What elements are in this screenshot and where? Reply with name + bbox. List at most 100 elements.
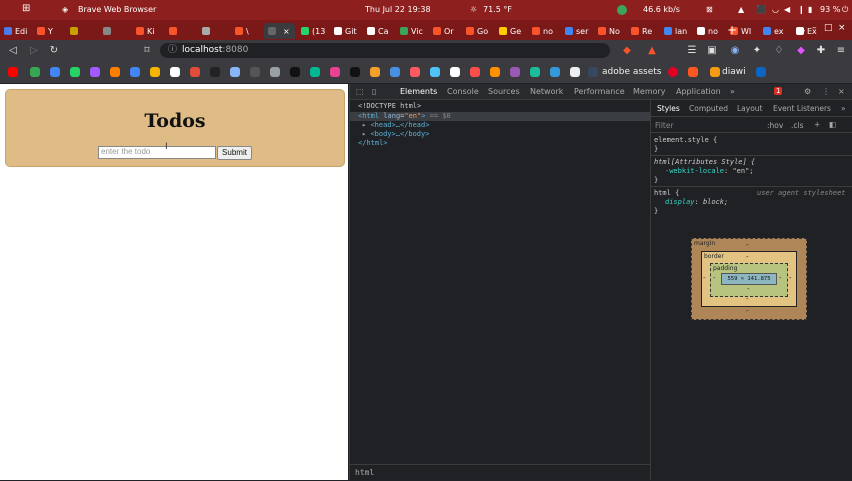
- tab-application[interactable]: Application: [676, 87, 721, 96]
- bookmark-icon[interactable]: [290, 67, 300, 77]
- browser-tab[interactable]: [99, 23, 130, 39]
- bookmark-icon[interactable]: [310, 67, 320, 77]
- site-info-icon[interactable]: ⓘ: [168, 43, 177, 58]
- bookmark-linkedin-icon[interactable]: [756, 67, 766, 77]
- browser-tab[interactable]: Y: [33, 23, 64, 39]
- minimize-icon[interactable]: –: [812, 23, 817, 33]
- bookmark-icon[interactable]: [570, 67, 580, 77]
- bookmark-icon[interactable]: [450, 67, 460, 77]
- status-green-icon[interactable]: [617, 5, 627, 15]
- device-toggle-icon[interactable]: ▯: [372, 87, 376, 96]
- bookmark-icon[interactable]: [250, 67, 260, 77]
- more-tabs-icon[interactable]: »: [730, 87, 735, 96]
- bookmark-gmail-icon[interactable]: [170, 67, 180, 77]
- bookmark-icon[interactable]: [350, 67, 360, 77]
- padding-right-value[interactable]: -: [779, 274, 782, 282]
- bookmark-youtube-icon[interactable]: [8, 67, 18, 77]
- browser-tab[interactable]: lan: [660, 23, 691, 39]
- app-name[interactable]: Brave Web Browser: [78, 5, 156, 14]
- bookmark-adobe-assets[interactable]: adobe assets: [602, 67, 662, 77]
- tab-network[interactable]: Network: [530, 87, 563, 96]
- box-model-content[interactable]: 559 × 141.875: [721, 273, 777, 285]
- bookmark-icon[interactable]: [270, 67, 280, 77]
- bookmark-icon[interactable]: [370, 67, 380, 77]
- bookmark-diawi[interactable]: diawi: [722, 67, 746, 77]
- bookmark-icon[interactable]: [230, 67, 240, 77]
- kebab-menu-icon[interactable]: ⋮: [822, 87, 830, 96]
- margin-bottom-value[interactable]: -: [746, 307, 749, 315]
- browser-tab[interactable]: Or: [429, 23, 460, 39]
- browser-tab[interactable]: ×: [264, 23, 295, 39]
- apps-grid-icon[interactable]: ⊞: [22, 3, 30, 14]
- computed-sidebar-icon[interactable]: ◧: [829, 120, 836, 129]
- extension-icon[interactable]: ✦: [750, 44, 764, 58]
- box-model-padding[interactable]: padding - - - 559 × 141.875: [710, 263, 788, 297]
- tab-computed[interactable]: Computed: [689, 104, 728, 113]
- bookmark-icon[interactable]: [410, 67, 420, 77]
- bookmark-icon[interactable]: [330, 67, 340, 77]
- browser-tab[interactable]: [198, 23, 229, 39]
- wifi-icon[interactable]: ◡: [772, 5, 779, 14]
- tray-icon[interactable]: ⊠: [706, 5, 713, 14]
- expand-triangle-icon[interactable]: ▸: [362, 121, 366, 129]
- maximize-icon[interactable]: □: [824, 23, 833, 33]
- browser-tab[interactable]: \: [231, 23, 262, 39]
- bookmark-icon[interactable]: [470, 67, 480, 77]
- bookmark-pinterest-icon[interactable]: [668, 67, 678, 77]
- tab-event-listeners[interactable]: Event Listeners: [773, 104, 831, 113]
- extension-icon[interactable]: ◉: [728, 44, 742, 58]
- inspect-icon[interactable]: ⬚: [356, 87, 364, 96]
- browser-tab[interactable]: Ki: [132, 23, 163, 39]
- bookmark-icon[interactable]: [530, 67, 540, 77]
- menu-extension-icon[interactable]: ☰: [685, 44, 699, 58]
- bookmark-drive-icon[interactable]: [30, 67, 40, 77]
- bookmark-icon[interactable]: [688, 67, 698, 77]
- browser-tab[interactable]: Edi: [0, 23, 31, 39]
- puzzle-icon[interactable]: ✚: [814, 44, 828, 58]
- clock[interactable]: Thu Jul 22 19:38: [365, 5, 431, 14]
- tab-performance[interactable]: Performance: [574, 87, 625, 96]
- bookmark-icon[interactable]: [210, 67, 220, 77]
- extension-icon[interactable]: ▣: [705, 44, 719, 58]
- bookmark-icon[interactable]: [110, 67, 120, 77]
- bookmark-figma-icon[interactable]: [90, 67, 100, 77]
- tray-icon[interactable]: ▲: [738, 5, 744, 14]
- reload-icon[interactable]: ↻: [47, 44, 61, 58]
- more-tabs-icon[interactable]: »: [841, 104, 846, 113]
- browser-tab[interactable]: Git: [330, 23, 361, 39]
- extension-icon[interactable]: ◆: [794, 44, 808, 58]
- new-tab-icon[interactable]: +: [727, 23, 737, 37]
- dom-body-node[interactable]: ▸ <body>…</body>: [362, 130, 429, 138]
- bookmark-icon[interactable]: [390, 67, 400, 77]
- border-left-value[interactable]: -: [703, 274, 706, 282]
- tab-layout[interactable]: Layout: [737, 104, 763, 113]
- weather-text[interactable]: 71.5 °F: [483, 5, 512, 14]
- rule-attr-style[interactable]: html[Attributes Style] {: [654, 158, 755, 166]
- submit-button[interactable]: Submit: [217, 146, 252, 160]
- error-badge[interactable]: 1: [774, 87, 783, 95]
- volume-icon[interactable]: ◀: [784, 5, 790, 14]
- expand-triangle-icon[interactable]: ▸: [362, 130, 366, 138]
- bookmark-adobe-icon[interactable]: [588, 67, 598, 77]
- hov-toggle[interactable]: :hov: [767, 121, 783, 130]
- bookmark-icon[interactable]: [510, 67, 520, 77]
- bookmark-icon[interactable]: ⌑: [140, 44, 154, 58]
- tab-console[interactable]: Console: [447, 87, 479, 96]
- todo-input[interactable]: enter the todo: [98, 146, 216, 159]
- dom-head-node[interactable]: ▸ <head>…</head>: [362, 121, 429, 129]
- bookmark-icon[interactable]: [490, 67, 500, 77]
- more-menu-icon[interactable]: ≡: [834, 44, 848, 58]
- tab-styles[interactable]: Styles: [657, 104, 680, 113]
- margin-top-value[interactable]: -: [746, 241, 749, 249]
- tab-memory[interactable]: Memory: [633, 87, 666, 96]
- brave-rewards-icon[interactable]: ▲: [645, 44, 659, 58]
- padding-bottom-value[interactable]: -: [747, 285, 750, 293]
- box-model-border[interactable]: border - - - - padding - - - 559 × 141.8…: [701, 251, 797, 307]
- tab-elements[interactable]: Elements: [400, 87, 437, 96]
- bookmark-icon[interactable]: [50, 67, 60, 77]
- mic-icon[interactable]: ❙: [798, 5, 805, 14]
- browser-tab[interactable]: No: [594, 23, 625, 39]
- dom-html-close[interactable]: </html>: [358, 139, 388, 147]
- browser-tab[interactable]: (13: [297, 23, 328, 39]
- back-icon[interactable]: ◁: [6, 44, 20, 58]
